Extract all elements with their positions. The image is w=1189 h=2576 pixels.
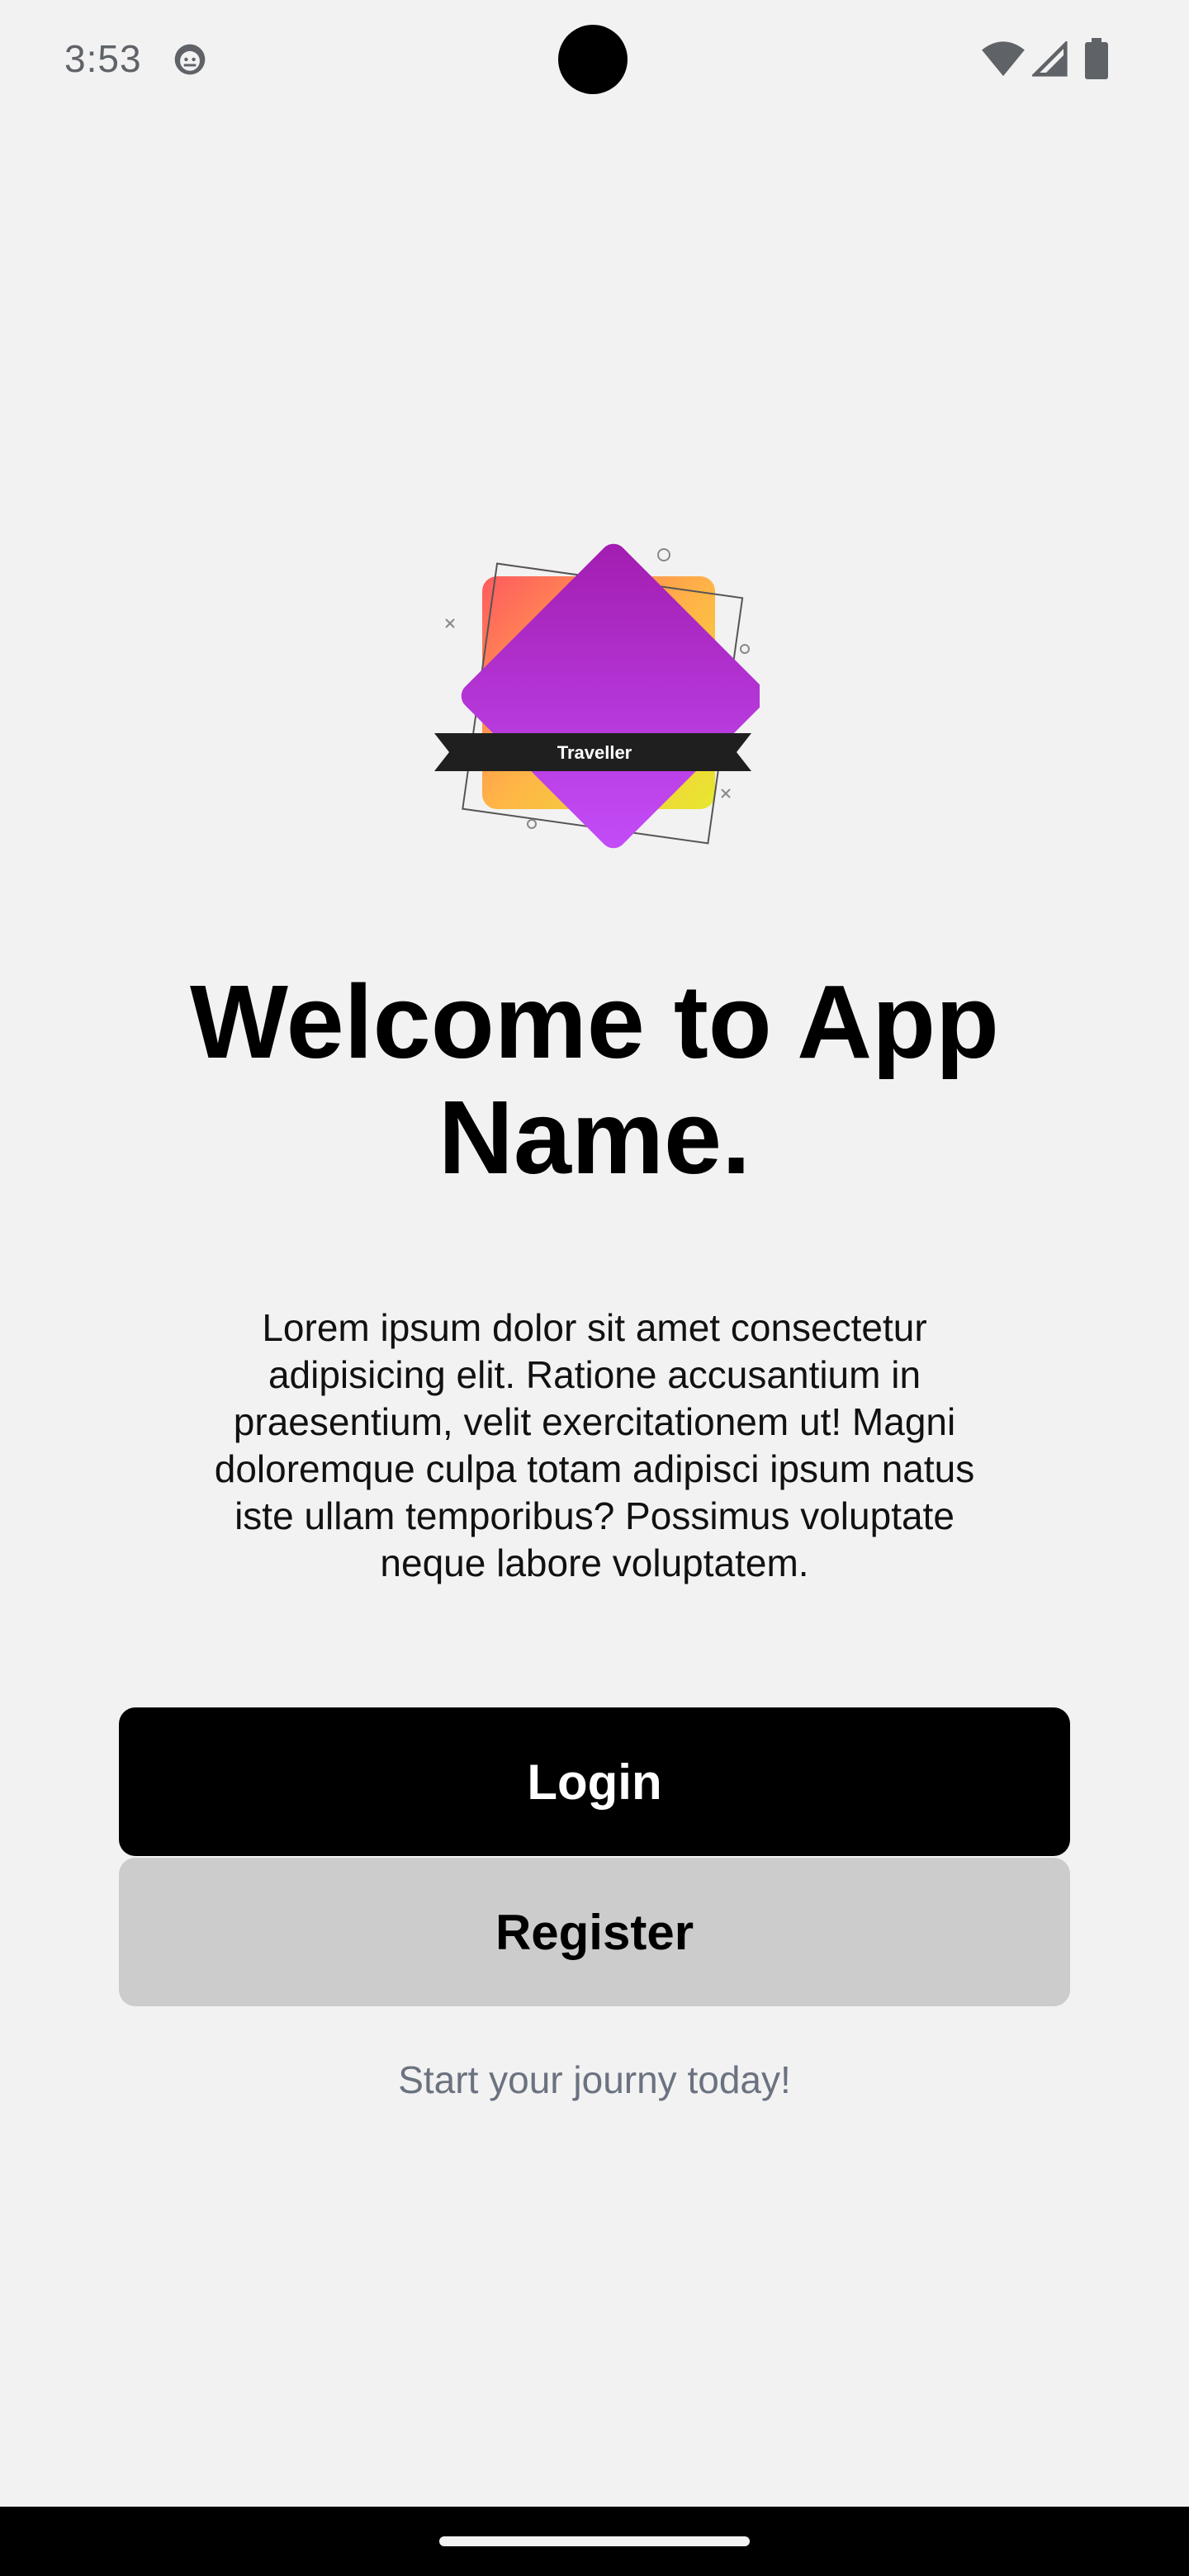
android-debug-icon <box>174 44 206 75</box>
logo-deco-circle <box>657 548 670 561</box>
app-logo: Traveller <box>434 543 760 849</box>
logo-deco-cross <box>721 788 731 798</box>
status-time: 3:53 <box>64 37 142 80</box>
navigation-bar <box>0 2507 1189 2576</box>
status-bar: 3:53 <box>0 0 1189 124</box>
register-button[interactable]: Register <box>119 1858 1070 2006</box>
logo-banner-text: Traveller <box>557 742 632 763</box>
camera-cutout <box>558 25 628 94</box>
home-gesture-handle[interactable] <box>439 2536 750 2546</box>
logo-deco-circle <box>527 819 537 829</box>
welcome-title: Welcome to App Name. <box>189 964 1000 1196</box>
intro-paragraph: Lorem ipsum dolor sit amet consectetur a… <box>214 1306 975 1584</box>
logo-deco-circle <box>740 644 750 654</box>
battery-icon <box>1085 38 1108 79</box>
login-button[interactable]: Login <box>119 1707 1070 1856</box>
wifi-icon <box>982 41 1025 77</box>
cellular-signal-icon <box>1032 41 1068 77</box>
tagline: Start your journy today! <box>398 2058 791 2101</box>
logo-deco-cross <box>445 618 455 628</box>
